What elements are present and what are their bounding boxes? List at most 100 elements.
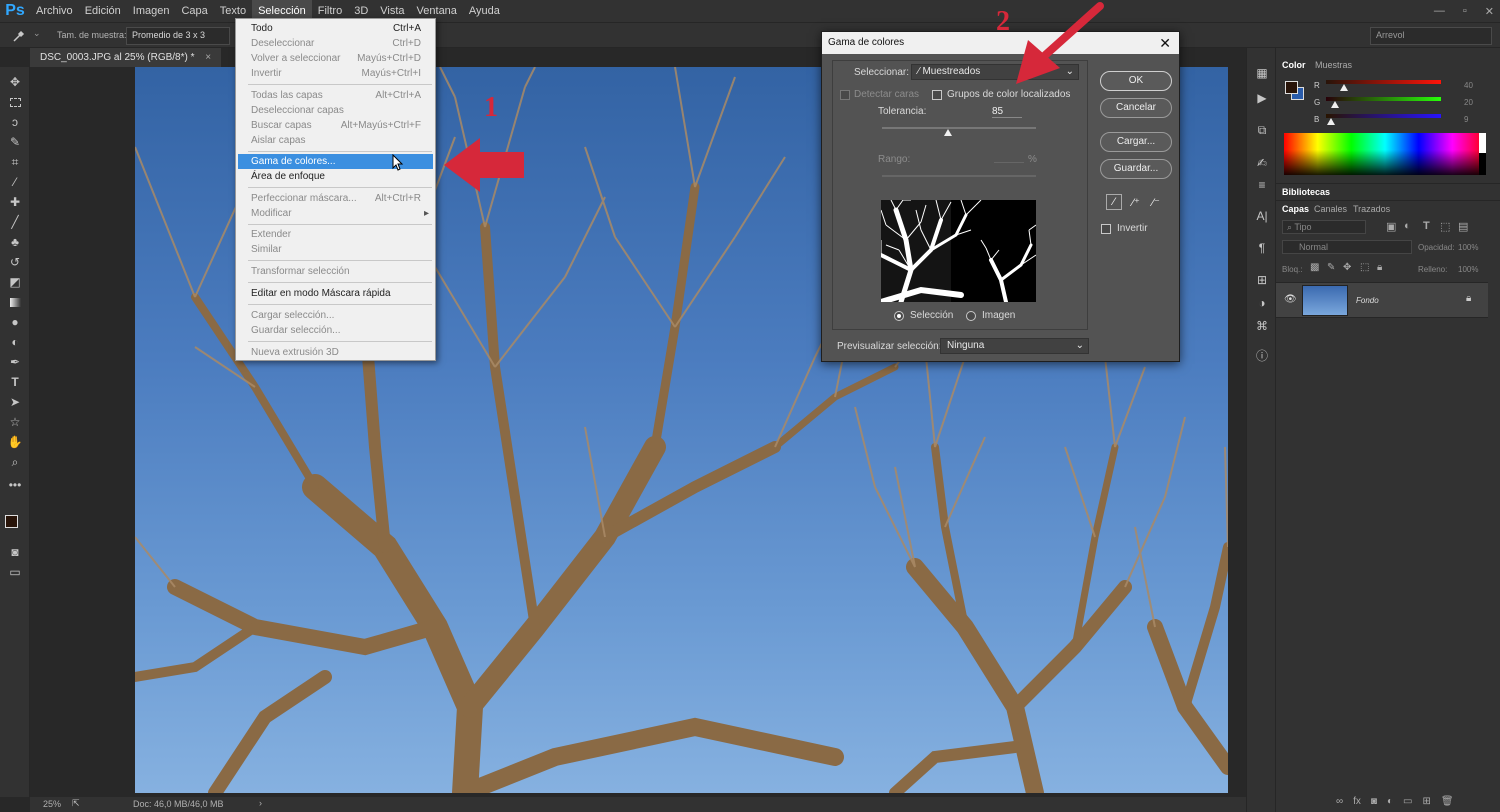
eyedropper-subtract-icon[interactable]: ⁄⁻ (1148, 194, 1164, 210)
more-tools-icon[interactable]: ••• (0, 475, 30, 495)
filter-smart-icon[interactable]: ▤ (1458, 220, 1468, 233)
menu-item-modificar[interactable]: Modificar ▸ (236, 206, 435, 221)
quick-selection-tool-icon[interactable]: ✎ (0, 132, 30, 152)
hand-tool-icon[interactable]: ✋ (0, 432, 30, 452)
styles-panel-icon[interactable]: ◑ (1247, 293, 1277, 313)
quick-mask-icon[interactable]: ◙ (0, 542, 30, 562)
menu-item-area-enfoque[interactable]: Área de enfoque (236, 169, 435, 184)
lock-image-icon[interactable]: ✎ (1327, 262, 1335, 273)
image-radio[interactable] (966, 311, 976, 321)
channel-b-value[interactable]: 9 (1464, 115, 1468, 124)
opacity-value[interactable]: 100% (1458, 243, 1478, 252)
channel-r-thumb[interactable] (1340, 84, 1349, 91)
link-layers-icon[interactable]: ∞ (1336, 796, 1343, 807)
info-panel-icon[interactable]: ⓘ (1247, 345, 1277, 365)
fill-value[interactable]: 100% (1458, 265, 1478, 274)
paths-panel-icon[interactable]: ⌘ (1247, 316, 1277, 336)
layer-filter-select[interactable]: ⌕ Tipo (1282, 220, 1366, 234)
lock-position-icon[interactable]: ✥ (1343, 262, 1351, 273)
new-layer-icon[interactable]: ⊞ (1422, 796, 1430, 807)
character-panel-icon[interactable]: A| (1247, 206, 1277, 226)
selection-preview[interactable] (881, 200, 1036, 302)
ok-button[interactable]: OK (1100, 71, 1172, 91)
menu-item-buscar-capas[interactable]: Buscar capas Alt+Mayús+Ctrl+F (236, 118, 435, 133)
eraser-tool-icon[interactable]: ◩ (0, 272, 30, 292)
range-slider[interactable] (882, 175, 1036, 177)
menu-item-volver-seleccionar[interactable]: Volver a seleccionar Mayús+Ctrl+D (236, 51, 435, 66)
healing-brush-icon[interactable]: ✚ (0, 192, 30, 212)
menu-item-similar[interactable]: Similar (236, 242, 435, 257)
eyedropper-add-icon[interactable]: ⁄⁺ (1128, 194, 1144, 210)
close-window-icon[interactable]: ✕ (1485, 5, 1494, 18)
tab-layers[interactable]: Capas (1282, 204, 1309, 214)
eyedropper-tool-icon[interactable] (12, 29, 26, 43)
load-button[interactable]: Cargar... (1100, 132, 1172, 152)
channel-g-thumb[interactable] (1331, 101, 1340, 108)
layer-row[interactable]: 👁︎ Fondo 🔒︎ (1276, 282, 1488, 318)
eyedropper-icon[interactable]: ⁄ (0, 172, 30, 192)
menu-item-aislar-capas[interactable]: Aislar capas (236, 133, 435, 148)
menu-imagen[interactable]: Imagen (127, 0, 176, 22)
lock-transparent-icon[interactable]: ▩ (1310, 262, 1319, 273)
menu-item-extrusion-3d[interactable]: Nueva extrusión 3D (236, 345, 435, 360)
zoom-tool-icon[interactable]: ⌕ (0, 452, 30, 472)
menu-capa[interactable]: Capa (175, 0, 213, 22)
document-tab[interactable]: DSC_0003.JPG al 25% (RGB/8*) * × (30, 48, 222, 67)
menu-item-todo[interactable]: Todo Ctrl+A (236, 21, 435, 36)
tab-swatches[interactable]: Muestras (1315, 60, 1352, 70)
zoom-level[interactable]: 25% (43, 799, 61, 809)
fx-icon[interactable]: fx (1353, 796, 1361, 807)
localized-groups-checkbox[interactable] (932, 90, 942, 100)
channel-r-value[interactable]: 40 (1464, 81, 1473, 90)
lock-all-icon[interactable]: 🔒︎ (1377, 262, 1382, 273)
shape-tool-icon[interactable]: ☆ (0, 412, 30, 432)
crop-tool-icon[interactable]: ⌗ (0, 152, 30, 172)
menu-edicion[interactable]: Edición (79, 0, 127, 22)
brush-panel-icon[interactable]: ✍ (1247, 153, 1277, 173)
properties-panel-icon[interactable]: ⧉ (1247, 120, 1277, 140)
color-spectrum[interactable] (1284, 133, 1486, 175)
menu-item-transformar[interactable]: Transformar selección (236, 264, 435, 279)
adjustments-panel-icon[interactable]: ≡ (1247, 175, 1277, 195)
menu-item-deseleccionar[interactable]: Deseleccionar Ctrl+D (236, 36, 435, 51)
blur-tool-icon[interactable]: ● (0, 312, 30, 332)
actions-panel-icon[interactable]: ▶ (1247, 88, 1277, 108)
history-panel-icon[interactable]: ▦ (1247, 63, 1277, 83)
layer-name[interactable]: Fondo (1356, 296, 1379, 305)
menu-archivo[interactable]: Archivo (30, 0, 79, 22)
spectrum-white[interactable] (1479, 133, 1486, 153)
history-brush-icon[interactable]: ↺ (0, 252, 30, 272)
spectrum-black[interactable] (1479, 153, 1486, 175)
lasso-tool-icon[interactable]: ↄ (0, 112, 30, 132)
menu-item-extender[interactable]: Extender (236, 227, 435, 242)
menu-item-cargar-seleccion[interactable]: Cargar selección... (236, 308, 435, 323)
tolerance-input[interactable]: 85 (992, 106, 1022, 118)
menu-item-guardar-seleccion[interactable]: Guardar selección... (236, 323, 435, 338)
minimize-icon[interactable]: — (1434, 5, 1445, 17)
marquee-tool-icon[interactable] (0, 92, 30, 112)
new-group-icon[interactable]: ▭ (1403, 796, 1412, 807)
blend-mode-select[interactable]: Normal (1282, 240, 1412, 254)
close-tab-icon[interactable]: × (205, 52, 211, 63)
dodge-tool-icon[interactable]: ◐ (0, 332, 30, 352)
channel-b-thumb[interactable] (1326, 118, 1335, 125)
status-menu-arrow-icon[interactable]: › (259, 798, 262, 808)
menu-ayuda[interactable]: Ayuda (463, 0, 506, 22)
channel-g-slider[interactable] (1326, 97, 1441, 101)
3d-panel-icon[interactable]: ⊞ (1247, 270, 1277, 290)
sample-size-select[interactable]: Promedio de 3 x 3 (126, 27, 230, 45)
filter-type-icon[interactable]: T (1423, 220, 1430, 232)
tab-channels[interactable]: Canales (1314, 204, 1347, 214)
filter-adjustment-icon[interactable]: ◐ (1404, 220, 1411, 232)
export-icon[interactable]: ⇱ (72, 798, 80, 809)
lock-artboard-icon[interactable]: ⬚ (1360, 262, 1369, 273)
eyedropper-sample-icon[interactable]: ⁄ (1106, 194, 1122, 210)
tolerance-slider-thumb[interactable] (944, 129, 953, 136)
menu-item-mascara-rapida[interactable]: Editar en modo Máscara rápida (236, 286, 435, 301)
trash-icon[interactable]: 🗑︎ (1441, 796, 1454, 807)
workspace-select[interactable]: Arrevol (1370, 27, 1492, 45)
color-panel-foreground[interactable] (1285, 81, 1298, 94)
path-selection-icon[interactable]: ➤ (0, 392, 30, 412)
move-tool-icon[interactable]: ✥ (0, 72, 30, 92)
channel-b-slider[interactable] (1326, 114, 1441, 118)
